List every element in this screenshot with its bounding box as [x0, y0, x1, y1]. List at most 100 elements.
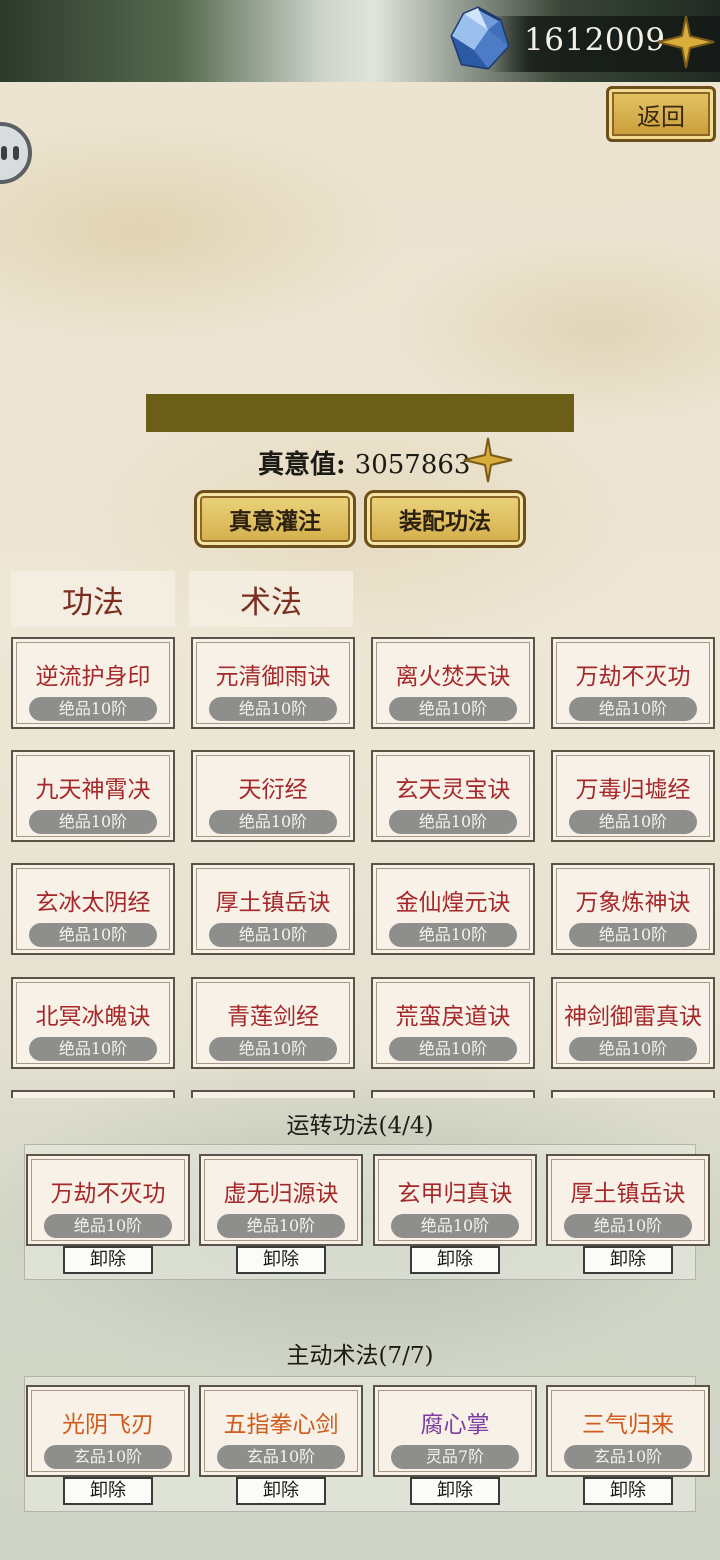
skill-grade-badge: 绝品10阶: [29, 1037, 157, 1061]
unequip-button[interactable]: 卸除: [410, 1246, 500, 1274]
skill-card[interactable]: 厚土镇岳诀绝品10阶: [191, 863, 355, 955]
skill-grade-badge: 绝品10阶: [29, 697, 157, 721]
add-zhenyi-icon[interactable]: [462, 436, 514, 484]
skill-name: 腐心掌: [420, 1412, 490, 1438]
skill-name: 万劫不灭功: [50, 1181, 166, 1207]
skill-name: 五指拳心剑: [223, 1412, 339, 1438]
active-section-title: 主动术法(7/7): [286, 1343, 434, 1369]
skill-card[interactable]: 元清御雨诀绝品10阶: [191, 637, 355, 729]
skill-card[interactable]: 玄甲归真诀绝品10阶: [373, 1154, 537, 1246]
skill-card[interactable]: 光阴飞刃玄品10阶: [26, 1385, 190, 1477]
skill-card[interactable]: 腐心掌灵品7阶: [373, 1385, 537, 1477]
skill-grade-badge: 玄品10阶: [44, 1445, 172, 1469]
skill-grade-badge: 绝品10阶: [569, 697, 697, 721]
skill-name: 北冥冰魄诀: [35, 1004, 151, 1030]
skill-grade-badge: 绝品10阶: [389, 923, 517, 947]
skill-card[interactable]: 神剑御雷真诀 绝品10阶: [551, 977, 715, 1069]
currency-value: 1612009: [524, 22, 666, 58]
skill-name: 荒蛮戾道诀: [395, 1004, 511, 1030]
skill-card[interactable]: 北冥冰魄诀绝品10阶: [11, 977, 175, 1069]
skill-name: 天衍经: [238, 777, 308, 803]
pause-icon: [1, 146, 19, 160]
skill-card-partial: [191, 1090, 355, 1098]
skill-grade-badge: 绝品10阶: [29, 810, 157, 834]
skill-card-partial: [371, 1090, 535, 1098]
skill-grade-badge: 绝品10阶: [391, 1214, 519, 1238]
skill-card-partial: [11, 1090, 175, 1098]
infuse-button[interactable]: 真意灌注: [194, 490, 356, 548]
zhenyi-label: 真意值:: [258, 450, 346, 480]
skill-card[interactable]: 九天神霄决绝品10阶: [11, 750, 175, 842]
spirit-stone-icon: [450, 6, 510, 70]
skill-grade-badge: 绝品10阶: [569, 923, 697, 947]
skill-name: 万劫不灭功: [575, 664, 691, 690]
skill-grade-badge: 绝品10阶: [209, 923, 337, 947]
skill-card[interactable]: 厚土镇岳诀绝品10阶: [546, 1154, 710, 1246]
unequip-button[interactable]: 卸除: [410, 1477, 500, 1505]
skill-card[interactable]: 金仙煌元诀绝品10阶: [371, 863, 535, 955]
skill-grade-badge: 玄品10阶: [217, 1445, 345, 1469]
skill-grade-badge: 绝品10阶: [569, 810, 697, 834]
skill-grade-badge: 绝品10阶: [389, 1037, 517, 1061]
skill-name: 九天神霄决: [35, 777, 151, 803]
skill-grade-badge: 绝品10阶: [209, 697, 337, 721]
skill-card[interactable]: 万劫不灭功绝品10阶: [26, 1154, 190, 1246]
skill-card[interactable]: 万劫不灭功绝品10阶: [551, 637, 715, 729]
skill-name: 离火焚天诀: [395, 664, 511, 690]
skill-card[interactable]: 玄冰太阴经绝品10阶: [11, 863, 175, 955]
skill-card[interactable]: 虚无归源诀绝品10阶: [199, 1154, 363, 1246]
tab-shufa[interactable]: 术法: [189, 571, 353, 627]
skill-card[interactable]: 万毒归墟经绝品10阶: [551, 750, 715, 842]
skill-name: 万象炼神诀: [575, 890, 691, 916]
skill-name: 虚无归源诀: [223, 1181, 339, 1207]
skill-card[interactable]: 五指拳心剑玄品10阶: [199, 1385, 363, 1477]
skill-grade-badge: 绝品10阶: [44, 1214, 172, 1238]
skill-name: 青莲剑经: [227, 1004, 319, 1030]
zhenyi-display: 真意值: 3057863: [258, 444, 470, 481]
skill-name: 万毒归墟经: [575, 777, 691, 803]
skill-grade-badge: 绝品10阶: [564, 1214, 692, 1238]
unequip-button[interactable]: 卸除: [236, 1477, 326, 1505]
skill-card[interactable]: 逆流护身印绝品10阶: [11, 637, 175, 729]
skill-card[interactable]: 青莲剑经绝品10阶: [191, 977, 355, 1069]
skill-card[interactable]: 离火焚天诀绝品10阶: [371, 637, 535, 729]
running-section-title: 运转功法(4/4): [286, 1113, 434, 1139]
skill-name: 逆流护身印: [35, 664, 151, 690]
skill-grade-badge: 绝品10阶: [217, 1214, 345, 1238]
skill-name: 三气归来: [582, 1412, 674, 1438]
unequip-button[interactable]: 卸除: [583, 1477, 673, 1505]
skill-name: 玄冰太阴经: [35, 890, 151, 916]
unequip-button[interactable]: 卸除: [583, 1246, 673, 1274]
skill-name: 神剑御雷真诀: [564, 1004, 702, 1030]
tab-gongfa[interactable]: 功法: [11, 571, 175, 627]
skill-name: 元清御雨诀: [215, 664, 331, 690]
skill-grade-badge: 绝品10阶: [209, 1037, 337, 1061]
skill-name: 厚土镇岳诀: [570, 1181, 686, 1207]
skill-name: 金仙煌元诀: [395, 890, 511, 916]
unequip-button[interactable]: 卸除: [63, 1477, 153, 1505]
skill-grade-badge: 绝品10阶: [389, 697, 517, 721]
skill-grade-badge: 灵品7阶: [391, 1445, 519, 1469]
skill-name: 光阴飞刃: [62, 1412, 154, 1438]
progress-bar: [146, 394, 574, 432]
skill-card[interactable]: 天衍经绝品10阶: [191, 750, 355, 842]
skill-grade-badge: 玄品10阶: [564, 1445, 692, 1469]
skill-grade-badge: 绝品10阶: [209, 810, 337, 834]
skill-name: 玄天灵宝诀: [395, 777, 511, 803]
add-currency-icon[interactable]: [656, 14, 716, 70]
skill-name: 玄甲归真诀: [397, 1181, 513, 1207]
skill-grade-badge: 绝品10阶: [389, 810, 517, 834]
unequip-button[interactable]: 卸除: [63, 1246, 153, 1274]
skill-card[interactable]: 荒蛮戾道诀绝品10阶: [371, 977, 535, 1069]
zhenyi-value: 3057863: [354, 450, 471, 480]
unequip-button[interactable]: 卸除: [236, 1246, 326, 1274]
skill-card[interactable]: 玄天灵宝诀绝品10阶: [371, 750, 535, 842]
skill-grade-badge: 绝品10阶: [569, 1037, 697, 1061]
skill-card[interactable]: 万象炼神诀绝品10阶: [551, 863, 715, 955]
equip-skill-button[interactable]: 装配功法: [364, 490, 526, 548]
skill-name: 厚土镇岳诀: [215, 890, 331, 916]
back-button[interactable]: 返回: [606, 86, 716, 142]
skill-card-partial: [551, 1090, 715, 1098]
skill-grade-badge: 绝品10阶: [29, 923, 157, 947]
skill-card[interactable]: 三气归来玄品10阶: [546, 1385, 710, 1477]
